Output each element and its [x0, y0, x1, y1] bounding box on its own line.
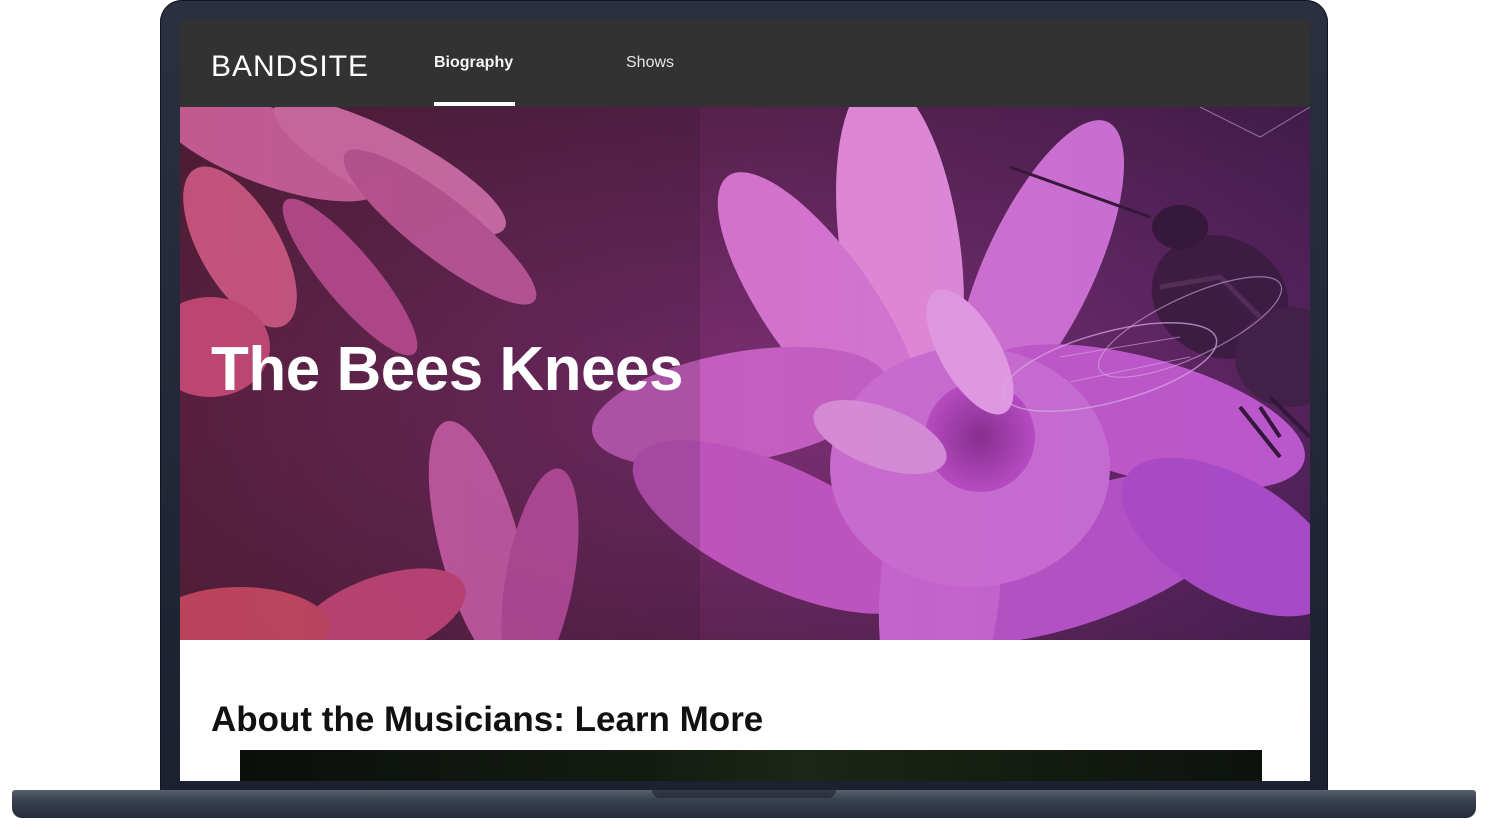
hero-title: The Bees Knees: [211, 335, 684, 404]
site-header: BANDSITE Biography Shows: [180, 20, 1310, 107]
nav-link-biography[interactable]: Biography: [434, 53, 513, 73]
active-tab-indicator: [434, 102, 515, 106]
laptop-notch: [652, 790, 836, 798]
site-logo[interactable]: BANDSITE: [211, 50, 369, 84]
video-player[interactable]: [240, 750, 1262, 781]
nav-link-shows[interactable]: Shows: [626, 53, 674, 73]
browser-screen: BANDSITE Biography Shows The Bees Knees …: [180, 20, 1310, 781]
laptop-base: [12, 790, 1476, 818]
section-heading: About the Musicians: Learn More: [211, 700, 764, 740]
hero-banner: The Bees Knees: [180, 107, 1310, 640]
